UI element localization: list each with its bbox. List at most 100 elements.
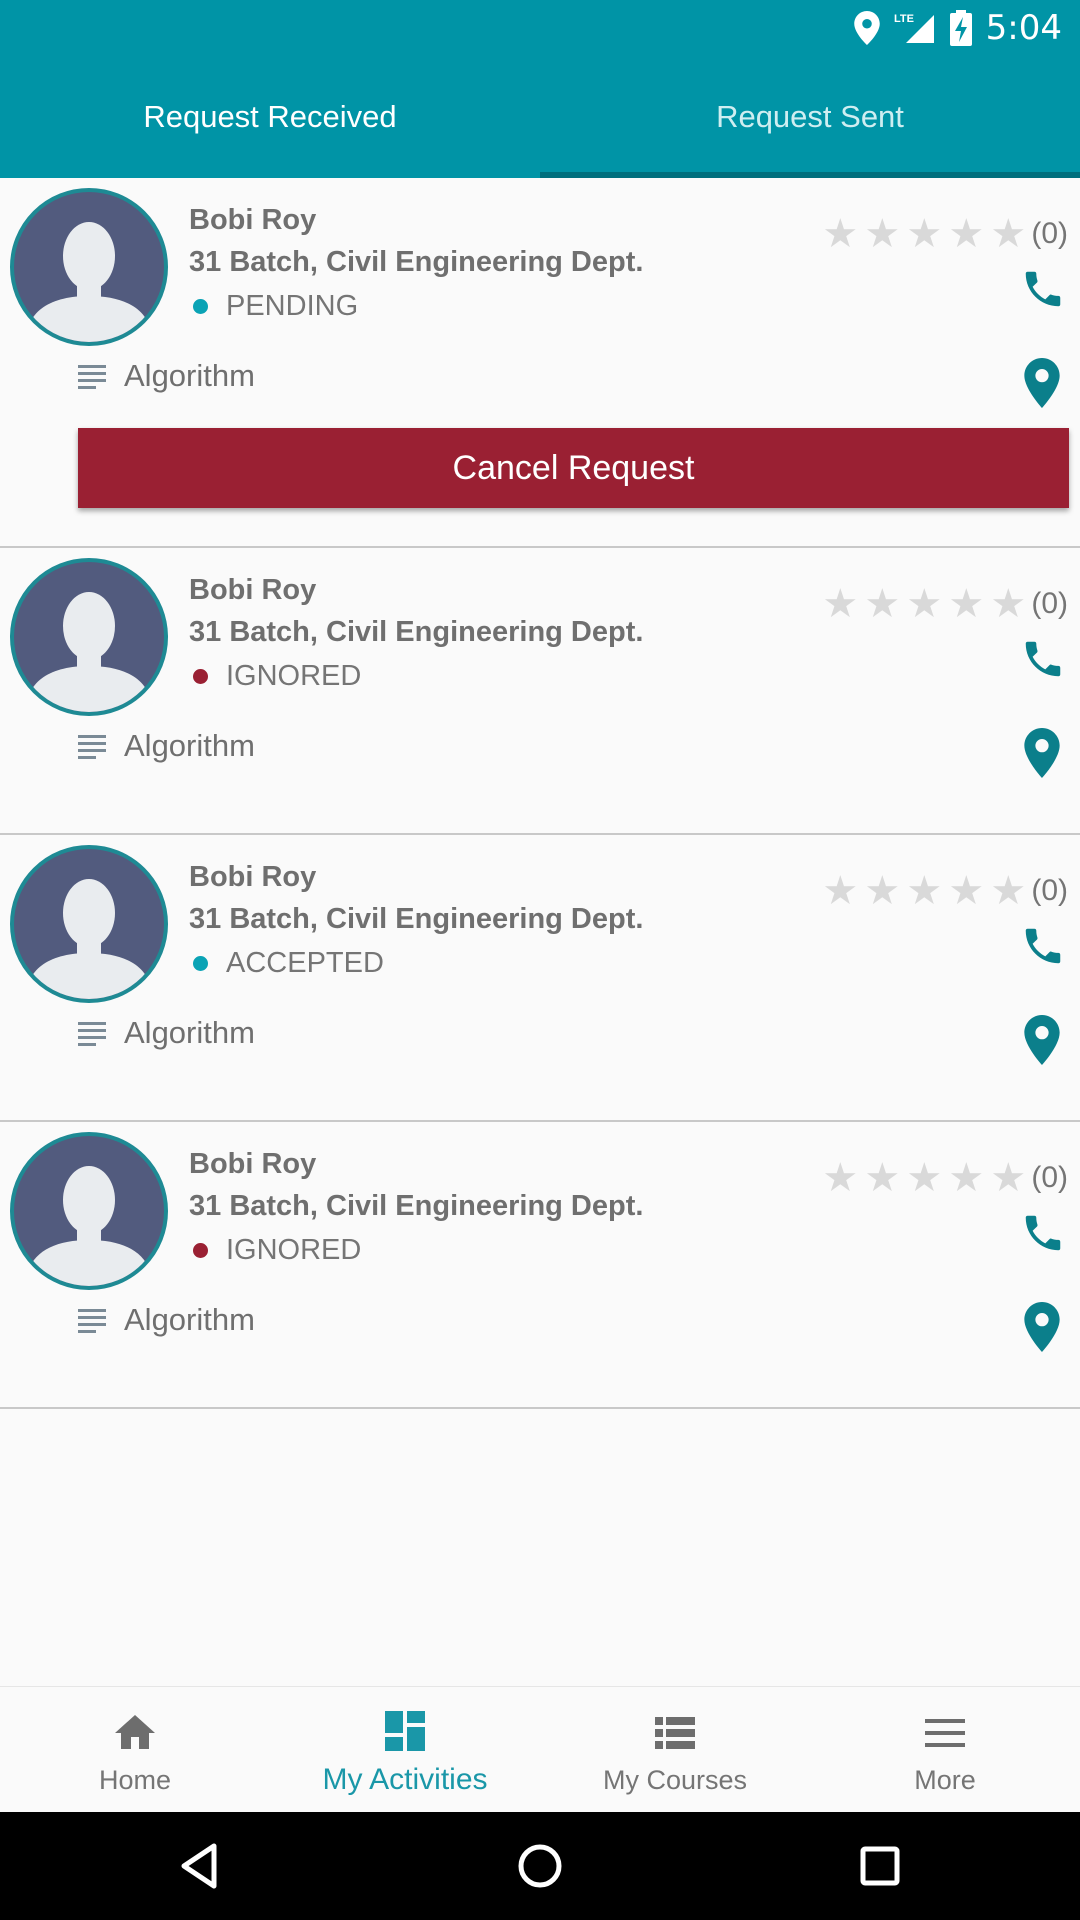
home-circle-icon[interactable] (510, 1836, 570, 1896)
rating: ★ ★ ★ ★ ★ (0) (819, 1158, 1068, 1198)
requester-department: 31 Batch, Civil Engineering Dept. (189, 903, 644, 935)
requester-department: 31 Batch, Civil Engineering Dept. (189, 246, 644, 278)
star-icon: ★ (948, 212, 985, 256)
status-bar: LTE 5:04 (0, 0, 1080, 56)
status-text: IGNORED (226, 660, 362, 692)
star-icon: ★ (906, 582, 943, 626)
nav-my-activities[interactable]: My Activities (270, 1687, 540, 1813)
status-row: IGNORED (189, 660, 361, 693)
star-icon: ★ (948, 869, 985, 913)
rating: ★ ★ ★ ★ ★ (0) (819, 584, 1068, 624)
star-icon: ★ (864, 212, 901, 256)
request-card[interactable]: Bobi Roy 31 Batch, Civil Engineering Dep… (0, 548, 1080, 835)
status-row: ACCEPTED (189, 947, 384, 980)
cancel-request-button[interactable]: Cancel Request (78, 428, 1069, 508)
avatar (10, 188, 168, 346)
subject-text: Algorithm (124, 1015, 255, 1050)
nav-label: My Courses (602, 1765, 748, 1795)
tab-request-sent[interactable]: Request Sent (540, 56, 1080, 178)
star-icon: ★ (864, 1156, 901, 1200)
rating: ★ ★ ★ ★ ★ (0) (819, 871, 1068, 911)
star-icon: ★ (948, 1156, 985, 1200)
dashboard-icon (385, 1711, 425, 1751)
nav-label: My Activities (322, 1763, 488, 1796)
request-list: Bobi Roy 31 Batch, Civil Engineering Dep… (0, 178, 1080, 1409)
network-label: LTE (894, 13, 914, 25)
requester-name: Bobi Roy (189, 204, 317, 236)
status-text: PENDING (226, 290, 359, 322)
phone-icon[interactable] (1020, 636, 1066, 682)
subject-icon (78, 365, 106, 389)
star-icon: ★ (906, 1156, 943, 1200)
signal-icon: LTE (894, 13, 934, 43)
star-icon: ★ (822, 212, 859, 256)
subject-icon (78, 735, 106, 759)
star-icon: ★ (906, 212, 943, 256)
location-icon (853, 11, 880, 45)
location-pin-icon[interactable] (1024, 358, 1060, 408)
status-dot (193, 1243, 208, 1258)
list-icon (655, 1717, 695, 1749)
star-icon: ★ (990, 212, 1027, 256)
rating-count: (0) (1031, 587, 1068, 620)
subject-icon (78, 1022, 106, 1046)
status-time: 5:04 (985, 8, 1062, 48)
nav-label: Home (98, 1765, 172, 1795)
rating-count: (0) (1031, 874, 1068, 907)
status-dot (193, 669, 208, 684)
subject-text: Algorithm (124, 1302, 255, 1337)
nav-label: More (914, 1765, 976, 1795)
subject-icon (78, 1309, 106, 1333)
status-text: ACCEPTED (226, 947, 384, 979)
nav-more[interactable]: More (810, 1687, 1080, 1813)
requester-department: 31 Batch, Civil Engineering Dept. (189, 1190, 644, 1222)
phone-icon[interactable] (1020, 1210, 1066, 1256)
star-icon: ★ (822, 869, 859, 913)
star-icon: ★ (948, 582, 985, 626)
menu-icon (925, 1719, 965, 1747)
nav-home[interactable]: Home (0, 1687, 270, 1813)
avatar (10, 845, 168, 1003)
location-pin-icon[interactable] (1024, 728, 1060, 778)
rating: ★ ★ ★ ★ ★ (0) (819, 214, 1068, 254)
avatar (10, 1132, 168, 1290)
star-icon: ★ (906, 869, 943, 913)
rating-count: (0) (1031, 217, 1068, 250)
status-dot (193, 956, 208, 971)
status-text: IGNORED (226, 1234, 362, 1266)
star-icon: ★ (990, 869, 1027, 913)
star-icon: ★ (822, 1156, 859, 1200)
status-dot (193, 299, 208, 314)
request-card[interactable]: Bobi Roy 31 Batch, Civil Engineering Dep… (0, 1122, 1080, 1409)
status-row: IGNORED (189, 1234, 361, 1267)
star-icon: ★ (822, 582, 859, 626)
star-icon: ★ (990, 582, 1027, 626)
phone-icon[interactable] (1020, 266, 1066, 312)
requester-department: 31 Batch, Civil Engineering Dept. (189, 616, 644, 648)
star-icon: ★ (864, 869, 901, 913)
recents-icon[interactable] (850, 1836, 910, 1896)
back-icon[interactable] (170, 1836, 230, 1896)
rating-count: (0) (1031, 1161, 1068, 1194)
location-pin-icon[interactable] (1024, 1015, 1060, 1065)
star-icon: ★ (990, 1156, 1027, 1200)
status-icons: LTE 5:04 (853, 0, 1062, 56)
tab-request-received[interactable]: Request Received (0, 56, 540, 178)
nav-my-courses[interactable]: My Courses (540, 1687, 810, 1813)
system-navigation-bar (0, 1812, 1080, 1920)
requester-name: Bobi Roy (189, 861, 317, 893)
subject-text: Algorithm (124, 728, 255, 763)
star-icon: ★ (864, 582, 901, 626)
request-card[interactable]: Bobi Roy 31 Batch, Civil Engineering Dep… (0, 835, 1080, 1122)
location-pin-icon[interactable] (1024, 1302, 1060, 1352)
home-icon (115, 1715, 155, 1749)
requester-name: Bobi Roy (189, 574, 317, 606)
subject-text: Algorithm (124, 358, 255, 393)
request-card[interactable]: Bobi Roy 31 Batch, Civil Engineering Dep… (0, 178, 1080, 548)
status-row: PENDING (189, 290, 358, 323)
bottom-navigation: Home My Activities My Courses More (0, 1686, 1080, 1812)
tab-bar: Request Received Request Sent (0, 56, 1080, 178)
requester-name: Bobi Roy (189, 1148, 317, 1180)
phone-icon[interactable] (1020, 923, 1066, 969)
avatar (10, 558, 168, 716)
